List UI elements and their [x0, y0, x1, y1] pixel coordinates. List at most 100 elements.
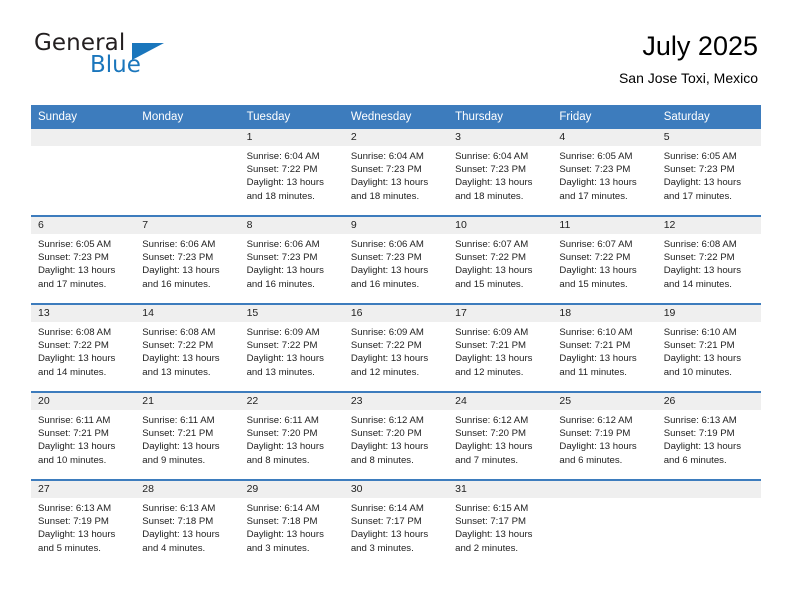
calendar-day-cell[interactable]: 28 Sunrise: 6:13 AM Sunset: 7:18 PM Dayligh…: [135, 479, 240, 567]
weekday-header-thursday: Thursday: [448, 105, 553, 129]
calendar-day-cell[interactable]: 13 Sunrise: 6:08 AM Sunset: 7:22 PM Dayligh…: [31, 303, 136, 392]
calendar-day-cell[interactable]: 27 Sunrise: 6:13 AM Sunset: 7:19 PM Dayligh…: [31, 479, 136, 567]
day-detail-line: Sunset: 7:19 PM: [559, 428, 631, 440]
day-detail-line: Sunrise: 6:13 AM: [142, 503, 216, 514]
calendar-day-cell[interactable]: 22 Sunrise: 6:11 AM Sunset: 7:20 PM Dayligh…: [239, 391, 344, 480]
calendar-day-cell[interactable]: 5 Sunrise: 6:05 AM Sunset: 7:23 PM Daylight…: [656, 129, 761, 216]
calendar-day-cell[interactable]: 24 Sunrise: 6:12 AM Sunset: 7:20 PM Dayligh…: [448, 391, 553, 480]
calendar-day-cell[interactable]: 4 Sunrise: 6:05 AM Sunset: 7:23 PM Daylight…: [552, 129, 657, 216]
day-detail-line: Sunrise: 6:08 AM: [142, 327, 216, 338]
day-number: 16: [343, 305, 449, 322]
day-detail-line: Daylight: 13 hours: [246, 441, 324, 453]
day-detail-line: Sunset: 7:23 PM: [350, 164, 422, 176]
day-details: Sunrise: 6:05 AM Sunset: 7:23 PM Daylight:…: [552, 146, 656, 203]
day-detail-line: Daylight: 13 hours: [350, 353, 429, 365]
calendar-day-cell[interactable]: 9 Sunrise: 6:06 AM Sunset: 7:23 PM Daylight…: [343, 215, 449, 304]
day-detail-line: Sunrise: 6:06 AM: [350, 239, 424, 250]
day-detail-line: and 6 minutes.: [663, 454, 727, 466]
calendar-day-cell[interactable]: 16 Sunrise: 6:09 AM Sunset: 7:22 PM Dayligh…: [343, 303, 449, 392]
day-detail-line: Daylight: 13 hours: [663, 353, 742, 365]
calendar-day-cell[interactable]: 10 Sunrise: 6:07 AM Sunset: 7:22 PM Dayligh…: [448, 215, 553, 304]
calendar-day-cell[interactable]: 25 Sunrise: 6:12 AM Sunset: 7:19 PM Dayligh…: [552, 391, 657, 480]
day-detail-line: Sunrise: 6:14 AM: [246, 503, 320, 514]
calendar-day-cell[interactable]: 2 Sunrise: 6:04 AM Sunset: 7:23 PM Daylight…: [343, 129, 449, 216]
day-details: Sunrise: 6:10 AM Sunset: 7:21 PM Daylight:…: [552, 322, 656, 379]
day-detail-line: Sunset: 7:21 PM: [142, 428, 214, 440]
day-details: Sunrise: 6:09 AM Sunset: 7:22 PM Daylight:…: [240, 322, 344, 379]
day-number: 26: [656, 393, 761, 410]
day-detail-line: Sunrise: 6:04 AM: [455, 151, 529, 162]
day-details: Sunrise: 6:11 AM Sunset: 7:21 PM Daylight:…: [31, 410, 135, 467]
calendar-day-cell[interactable]: 7 Sunrise: 6:06 AM Sunset: 7:23 PM Daylight…: [135, 215, 240, 304]
day-details: Sunrise: 6:09 AM Sunset: 7:22 PM Daylight:…: [344, 322, 448, 379]
day-detail-line: and 17 minutes.: [38, 278, 107, 290]
day-detail-line: Sunrise: 6:04 AM: [246, 151, 320, 162]
day-number: 15: [239, 305, 344, 322]
calendar-day-cell[interactable]: 11 Sunrise: 6:07 AM Sunset: 7:22 PM Dayligh…: [552, 215, 657, 304]
page-title: July 2025: [642, 31, 758, 61]
calendar-day-cell[interactable]: 6 Sunrise: 6:05 AM Sunset: 7:23 PM Daylight…: [31, 215, 136, 304]
day-detail-line: Daylight: 13 hours: [663, 177, 742, 189]
calendar-day-cell[interactable]: 31 Sunrise: 6:15 AM Sunset: 7:17 PM Dayligh…: [448, 479, 553, 567]
day-number: 10: [448, 217, 553, 234]
day-details: Sunrise: 6:13 AM Sunset: 7:19 PM Daylight:…: [657, 410, 761, 467]
day-detail-line: Sunset: 7:18 PM: [142, 516, 214, 528]
calendar-day-cell[interactable]: 18 Sunrise: 6:10 AM Sunset: 7:21 PM Dayligh…: [552, 303, 657, 392]
calendar-day-cell[interactable]: 26 Sunrise: 6:13 AM Sunset: 7:19 PM Dayligh…: [656, 391, 761, 480]
day-detail-line: Daylight: 13 hours: [246, 177, 324, 189]
weekday-header-saturday: Saturday: [656, 105, 761, 129]
day-detail-line: and 9 minutes.: [142, 454, 206, 466]
calendar-day-cell[interactable]: 30 Sunrise: 6:14 AM Sunset: 7:17 PM Dayligh…: [343, 479, 449, 567]
day-details: Sunrise: 6:14 AM Sunset: 7:18 PM Daylight:…: [240, 498, 344, 555]
day-detail-line: Sunrise: 6:09 AM: [455, 327, 529, 338]
day-number: 28: [135, 481, 240, 498]
calendar-day-cell[interactable]: 15 Sunrise: 6:09 AM Sunset: 7:22 PM Dayligh…: [239, 303, 344, 392]
page-subtitle: San Jose Toxi, Mexico: [618, 70, 758, 86]
calendar-day-cell[interactable]: 23 Sunrise: 6:12 AM Sunset: 7:20 PM Dayligh…: [343, 391, 449, 480]
calendar-day-cell[interactable]: 19 Sunrise: 6:10 AM Sunset: 7:21 PM Dayligh…: [656, 303, 761, 392]
calendar-day-cell[interactable]: 20 Sunrise: 6:11 AM Sunset: 7:21 PM Dayligh…: [31, 391, 136, 480]
day-number: 6: [31, 217, 136, 234]
day-detail-line: and 14 minutes.: [38, 366, 107, 378]
day-details: Sunrise: 6:08 AM Sunset: 7:22 PM Daylight:…: [31, 322, 135, 379]
day-detail-line: Sunrise: 6:07 AM: [455, 239, 529, 250]
calendar-day-cell[interactable]: 8 Sunrise: 6:06 AM Sunset: 7:23 PM Daylight…: [239, 215, 344, 304]
day-detail-line: Daylight: 13 hours: [350, 265, 429, 277]
day-detail-line: and 10 minutes.: [38, 454, 107, 466]
calendar-day-cell[interactable]: 17 Sunrise: 6:09 AM Sunset: 7:21 PM Dayligh…: [448, 303, 553, 392]
day-details: Sunrise: 6:12 AM Sunset: 7:20 PM Daylight:…: [344, 410, 448, 467]
day-detail-line: and 5 minutes.: [38, 542, 101, 554]
calendar-day-cell[interactable]: 29 Sunrise: 6:14 AM Sunset: 7:18 PM Dayligh…: [239, 479, 344, 567]
day-detail-line: and 16 minutes.: [142, 278, 211, 290]
page-header: General Blue July 2025 San Jose Toxi, Me…: [34, 30, 758, 92]
day-details: Sunrise: 6:04 AM Sunset: 7:22 PM Daylight:…: [240, 146, 344, 203]
day-detail-line: Sunset: 7:23 PM: [142, 252, 214, 264]
day-detail-line: Sunset: 7:21 PM: [38, 428, 109, 440]
calendar-day-cell[interactable]: 14 Sunrise: 6:08 AM Sunset: 7:22 PM Dayligh…: [135, 303, 240, 392]
calendar-week-row: 13 Sunrise: 6:08 AM Sunset: 7:22 PM Dayligh…: [31, 303, 761, 392]
day-detail-line: Sunrise: 6:15 AM: [455, 503, 529, 514]
day-details: Sunrise: 6:04 AM Sunset: 7:23 PM Daylight:…: [448, 146, 552, 203]
day-detail-line: and 13 minutes.: [142, 366, 211, 378]
day-detail-line: and 8 minutes.: [350, 454, 414, 466]
day-detail-line: Daylight: 13 hours: [246, 529, 324, 541]
day-details: Sunrise: 6:12 AM Sunset: 7:19 PM Daylight:…: [552, 410, 656, 467]
day-number: 2: [343, 129, 449, 146]
calendar-day-cell[interactable]: 3 Sunrise: 6:04 AM Sunset: 7:23 PM Daylight…: [448, 129, 553, 216]
brand-logo: General Blue: [34, 30, 294, 88]
day-detail-line: Daylight: 13 hours: [559, 265, 637, 277]
day-detail-line: Sunrise: 6:08 AM: [38, 327, 112, 338]
day-detail-line: Daylight: 13 hours: [350, 441, 429, 453]
day-detail-line: Daylight: 13 hours: [455, 177, 533, 189]
day-detail-line: Sunrise: 6:06 AM: [246, 239, 320, 250]
day-detail-line: Daylight: 13 hours: [455, 441, 533, 453]
calendar-day-cell[interactable]: 1 Sunrise: 6:04 AM Sunset: 7:22 PM Daylight…: [239, 129, 344, 216]
day-details: Sunrise: 6:06 AM Sunset: 7:23 PM Daylight:…: [135, 234, 239, 291]
day-detail-line: Daylight: 13 hours: [350, 529, 429, 541]
calendar-day-cell[interactable]: 12 Sunrise: 6:08 AM Sunset: 7:22 PM Dayligh…: [656, 215, 761, 304]
day-details: Sunrise: 6:08 AM Sunset: 7:22 PM Daylight:…: [135, 322, 239, 379]
day-detail-line: Sunset: 7:18 PM: [246, 516, 318, 528]
day-detail-line: Daylight: 13 hours: [246, 353, 324, 365]
weekday-header-sunday: Sunday: [31, 105, 136, 129]
calendar-day-cell[interactable]: 21 Sunrise: 6:11 AM Sunset: 7:21 PM Dayligh…: [135, 391, 240, 480]
